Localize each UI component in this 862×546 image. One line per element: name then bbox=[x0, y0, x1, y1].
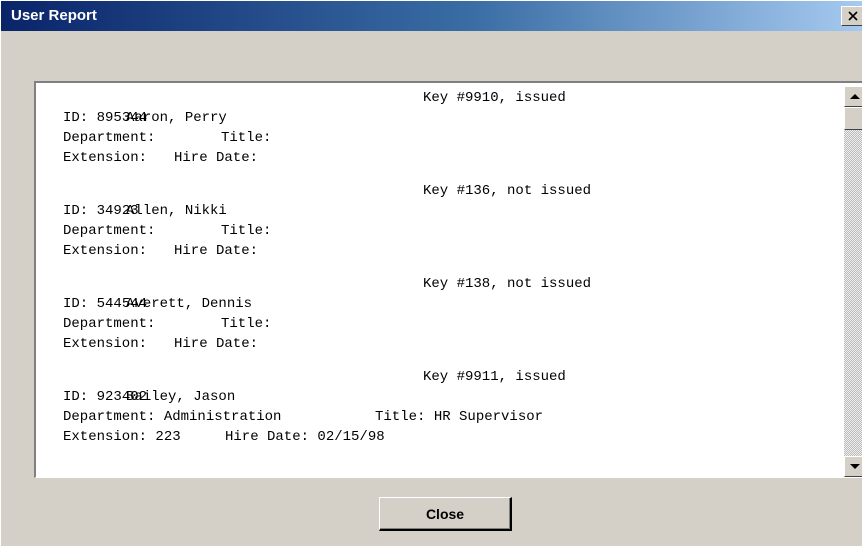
report-entry: Allen, Nikki Key #136, not issued ID: 34… bbox=[42, 181, 840, 261]
title-field: Title: HR Supervisor bbox=[375, 407, 543, 427]
user-report-window: User Report Aaron, Perry Key #9910, issu… bbox=[0, 0, 862, 546]
hire-date-field: Hire Date: bbox=[174, 241, 266, 261]
extension-value: 223 bbox=[155, 429, 181, 445]
vertical-scrollbar[interactable] bbox=[844, 86, 862, 477]
title-close-button[interactable] bbox=[841, 6, 862, 26]
title-bar[interactable]: User Report bbox=[1, 1, 862, 31]
user-id: 895344 bbox=[96, 110, 148, 126]
title-field: Title: bbox=[221, 314, 280, 334]
extension-field: Extension: 223 bbox=[63, 427, 225, 447]
extension-field: Extension: bbox=[63, 334, 174, 354]
hire-date-label: Hire Date: bbox=[225, 429, 318, 445]
entry-header-line: Aaron, Perry Key #9910, issued bbox=[42, 88, 840, 126]
title-field: Title: bbox=[221, 221, 280, 241]
department-label: Department: bbox=[63, 316, 164, 332]
hire-date-field: Hire Date: 02/15/98 bbox=[225, 427, 385, 447]
entry-dept-line: Department: Title: bbox=[42, 314, 840, 334]
entry-ext-line: Extension: Hire Date: bbox=[42, 148, 840, 168]
entry-id-line: ID: 895344 bbox=[42, 108, 840, 128]
extension-field: Extension: bbox=[63, 148, 174, 168]
arrow-down-icon bbox=[849, 464, 860, 469]
key-status: Key #136, not issued bbox=[423, 183, 592, 199]
id-label: ID: bbox=[63, 296, 97, 312]
window-title: User Report bbox=[11, 7, 97, 24]
title-label: Title: bbox=[221, 130, 280, 146]
entry-ext-line: Extension: Hire Date: bbox=[42, 334, 840, 354]
department-field: Department: bbox=[63, 221, 221, 241]
title-label: Title: bbox=[375, 409, 434, 425]
key-status: Key #9911, issued bbox=[423, 369, 566, 385]
scroll-up-button[interactable] bbox=[844, 86, 862, 107]
report-entry: Averett, Dennis Key #138, not issued ID:… bbox=[42, 274, 840, 354]
entry-header-line: Averett, Dennis Key #138, not issued bbox=[42, 274, 840, 312]
report-entry: Aaron, Perry Key #9910, issued ID: 89534… bbox=[42, 88, 840, 168]
key-status: Key #9910, issued bbox=[423, 90, 566, 106]
entry-ext-line: Extension: 223 Hire Date: 02/15/98 bbox=[42, 427, 840, 447]
title-field: Title: bbox=[221, 128, 280, 148]
key-status: Key #138, not issued bbox=[423, 276, 592, 292]
report-panel: Aaron, Perry Key #9910, issued ID: 89534… bbox=[34, 81, 862, 478]
hire-date-label: Hire Date: bbox=[174, 336, 267, 352]
arrow-up-icon bbox=[849, 94, 860, 99]
user-id: 544544 bbox=[96, 296, 148, 312]
title-label: Title: bbox=[221, 316, 280, 332]
extension-label: Extension: bbox=[63, 336, 156, 352]
user-id: 34923 bbox=[96, 203, 139, 219]
hire-date-label: Hire Date: bbox=[174, 150, 267, 166]
report-text-area[interactable]: Aaron, Perry Key #9910, issued ID: 89534… bbox=[42, 88, 840, 473]
extension-field: Extension: bbox=[63, 241, 174, 261]
entry-ext-line: Extension: Hire Date: bbox=[42, 241, 840, 261]
extension-label: Extension: bbox=[63, 243, 156, 259]
extension-label: Extension: bbox=[63, 429, 156, 445]
hire-date-field: Hire Date: bbox=[174, 334, 266, 354]
department-field: Department: bbox=[63, 314, 221, 334]
department-label: Department: bbox=[63, 409, 164, 425]
close-button[interactable]: Close bbox=[379, 497, 512, 531]
hire-date-label: Hire Date: bbox=[174, 243, 267, 259]
report-entry: Bailey, Jason Key #9911, issued ID: 9234… bbox=[42, 367, 840, 447]
entry-id-line: ID: 923402 bbox=[42, 387, 840, 407]
id-label: ID: bbox=[63, 110, 97, 126]
id-label: ID: bbox=[63, 389, 97, 405]
title-value: HR Supervisor bbox=[433, 409, 544, 425]
department-value: Administration bbox=[163, 409, 282, 425]
entry-dept-line: Department: Title: bbox=[42, 128, 840, 148]
title-label: Title: bbox=[221, 223, 280, 239]
close-icon bbox=[848, 11, 858, 21]
entry-header-line: Bailey, Jason Key #9911, issued bbox=[42, 367, 840, 405]
scroll-thumb[interactable] bbox=[844, 107, 862, 130]
scroll-down-button[interactable] bbox=[844, 456, 862, 477]
entry-header-line: Allen, Nikki Key #136, not issued bbox=[42, 181, 840, 219]
extension-label: Extension: bbox=[63, 150, 156, 166]
id-label: ID: bbox=[63, 203, 97, 219]
department-field: Department: bbox=[63, 128, 221, 148]
user-id: 923402 bbox=[96, 389, 148, 405]
department-label: Department: bbox=[63, 130, 164, 146]
department-label: Department: bbox=[63, 223, 164, 239]
entry-dept-line: Department: Administration Title: HR Supe… bbox=[42, 407, 840, 427]
hire-date-field: Hire Date: bbox=[174, 148, 266, 168]
entry-id-line: ID: 34923 bbox=[42, 201, 840, 221]
hire-date-value: 02/15/98 bbox=[317, 429, 385, 445]
entry-dept-line: Department: Title: bbox=[42, 221, 840, 241]
entry-id-line: ID: 544544 bbox=[42, 294, 840, 314]
department-field: Department: Administration bbox=[63, 407, 375, 427]
